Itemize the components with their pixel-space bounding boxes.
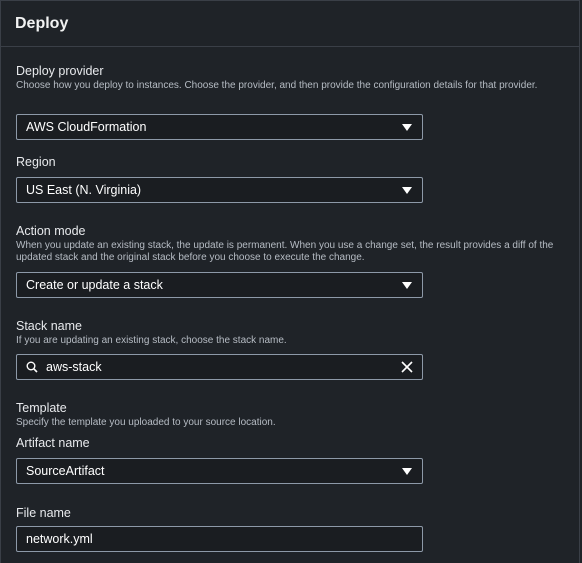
stack-name-value: aws-stack xyxy=(46,360,102,374)
action-mode-description: When you update an existing stack, the u… xyxy=(16,240,554,263)
action-mode-field: Action mode When you update an existing … xyxy=(16,224,568,264)
file-name-label: File name xyxy=(16,506,71,520)
stack-name-label: Stack name xyxy=(16,319,83,333)
action-mode-label: Action mode xyxy=(16,224,86,238)
file-name-field: File name xyxy=(16,506,71,521)
file-name-input[interactable]: network.yml xyxy=(16,526,423,552)
artifact-name-label: Artifact name xyxy=(16,436,90,450)
deploy-panel: Deploy Deploy provider Choose how you de… xyxy=(0,0,580,563)
stack-name-field: Stack name If you are updating an existi… xyxy=(16,319,566,347)
caret-down-icon xyxy=(402,468,412,475)
artifact-name-field: Artifact name xyxy=(16,436,90,451)
panel-header: Deploy xyxy=(1,1,579,47)
deploy-provider-label: Deploy provider xyxy=(16,64,104,78)
deploy-provider-description: Choose how you deploy to instances. Choo… xyxy=(16,80,538,91)
region-field: Region xyxy=(16,155,56,170)
deploy-provider-value: AWS CloudFormation xyxy=(26,120,147,134)
region-label: Region xyxy=(16,155,56,169)
region-value: US East (N. Virginia) xyxy=(26,183,142,197)
template-label: Template xyxy=(16,401,67,415)
file-name-value: network.yml xyxy=(26,532,93,546)
clear-icon[interactable] xyxy=(401,361,413,373)
caret-down-icon xyxy=(402,282,412,289)
artifact-name-value: SourceArtifact xyxy=(26,464,105,478)
artifact-name-select[interactable]: SourceArtifact xyxy=(16,458,423,484)
deploy-provider-field: Deploy provider Choose how you deploy to… xyxy=(16,64,566,92)
action-mode-select[interactable]: Create or update a stack xyxy=(16,272,423,298)
caret-down-icon xyxy=(402,124,412,131)
stack-name-input[interactable]: aws-stack xyxy=(16,354,423,380)
deploy-provider-select[interactable]: AWS CloudFormation xyxy=(16,114,423,140)
template-field: Template Specify the template you upload… xyxy=(16,401,566,429)
action-mode-value: Create or update a stack xyxy=(26,278,163,292)
caret-down-icon xyxy=(402,187,412,194)
panel-title: Deploy xyxy=(15,14,69,32)
region-select[interactable]: US East (N. Virginia) xyxy=(16,177,423,203)
stack-name-description: If you are updating an existing stack, c… xyxy=(16,335,287,346)
template-description: Specify the template you uploaded to you… xyxy=(16,417,276,428)
search-icon xyxy=(26,361,38,373)
